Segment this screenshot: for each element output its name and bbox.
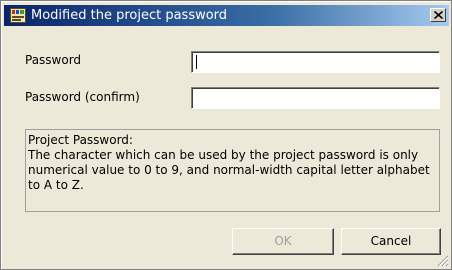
title-bar[interactable]: Modified the project password (4, 5, 449, 26)
app-window-icon (10, 8, 26, 23)
password-field[interactable] (191, 51, 440, 73)
ok-button[interactable]: OK (232, 228, 334, 255)
resize-grip-icon[interactable] (437, 255, 449, 267)
dialog-title: Modified the project password (31, 8, 228, 23)
info-line: numerical value to 0 to 9, and normal-wi… (28, 163, 430, 177)
project-password-dialog: Modified the project password Password P… (0, 0, 452, 270)
info-line: The character which can be used by the p… (28, 148, 419, 162)
close-icon (434, 11, 443, 19)
password-confirm-field[interactable] (191, 87, 440, 109)
password-info-panel: Project Password: The character which ca… (25, 129, 440, 212)
cancel-button[interactable]: Cancel (341, 228, 441, 255)
text-caret (196, 55, 197, 69)
password-confirm-label: Password (confirm) (25, 90, 140, 104)
password-label: Password (25, 53, 82, 67)
info-heading: Project Password: (28, 133, 133, 147)
close-button[interactable] (430, 8, 446, 22)
info-line: to A to Z. (28, 178, 84, 192)
